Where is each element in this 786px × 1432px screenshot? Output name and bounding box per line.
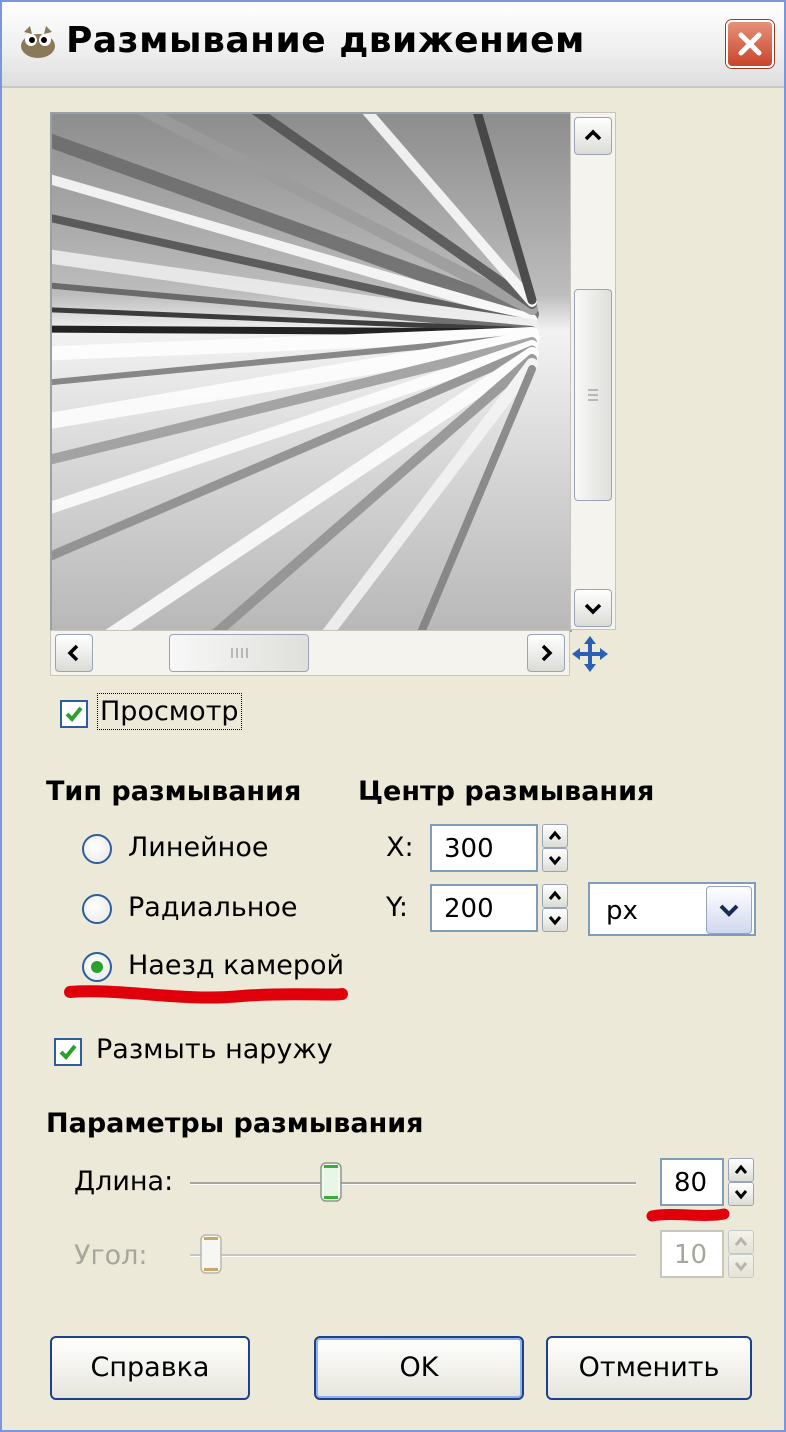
- length-field[interactable]: 80: [660, 1158, 724, 1206]
- chevron-up-icon: [548, 830, 562, 840]
- x-spin-up[interactable]: [542, 824, 568, 848]
- blur-type-heading: Тип размывания: [46, 776, 302, 807]
- annotation-underline: [646, 1208, 730, 1222]
- x-label: X:: [386, 832, 414, 863]
- length-spin-down[interactable]: [728, 1182, 754, 1206]
- chevron-up-icon: [548, 890, 562, 900]
- radio-radial[interactable]: [82, 894, 112, 924]
- chevron-up-icon: [734, 1236, 748, 1246]
- length-spinner[interactable]: [728, 1158, 754, 1206]
- check-icon: [59, 1044, 77, 1060]
- length-slider-thumb[interactable]: [320, 1162, 342, 1202]
- window-title: Размывание движением: [66, 20, 585, 61]
- preview-label[interactable]: Просмотр: [97, 693, 242, 730]
- radio-linear-label[interactable]: Линейное: [128, 832, 268, 863]
- chevron-down-icon: [584, 603, 602, 615]
- ok-button[interactable]: OK: [314, 1336, 524, 1400]
- chevron-down-icon: [548, 856, 562, 866]
- angle-slider-thumb: [200, 1234, 222, 1274]
- chevron-down-icon: [548, 916, 562, 926]
- chevron-left-icon: [67, 644, 79, 662]
- x-spin-down[interactable]: [542, 848, 568, 872]
- length-label: Длина:: [74, 1166, 174, 1197]
- y-spin-down[interactable]: [542, 908, 568, 932]
- unit-dropdown-button[interactable]: [706, 886, 752, 934]
- blur-params-heading: Параметры размывания: [46, 1108, 424, 1139]
- angle-field: 10: [660, 1230, 724, 1278]
- chevron-down-icon: [719, 904, 739, 917]
- vertical-scroll-thumb[interactable]: [574, 289, 612, 501]
- chevron-down-icon: [734, 1190, 748, 1200]
- y-spin-up[interactable]: [542, 884, 568, 908]
- title-bar[interactable]: Размывание движением: [2, 2, 784, 88]
- chevron-up-icon: [584, 129, 602, 141]
- preview-vertical-scrollbar[interactable]: [570, 112, 616, 630]
- unit-select-value: px: [606, 896, 638, 926]
- angle-spinner: [728, 1230, 754, 1278]
- radio-linear[interactable]: [82, 834, 112, 864]
- x-spinner[interactable]: [542, 824, 568, 872]
- x-field[interactable]: 300: [430, 824, 538, 872]
- chevron-right-icon: [541, 644, 553, 662]
- unit-select[interactable]: px: [588, 882, 756, 936]
- scroll-down-button[interactable]: [574, 589, 612, 627]
- length-spin-up[interactable]: [728, 1158, 754, 1182]
- radio-camera-zoom-label[interactable]: Наезд камерой: [128, 950, 344, 981]
- chevron-up-icon: [734, 1164, 748, 1174]
- gimp-app-icon: [21, 26, 55, 58]
- cancel-button[interactable]: Отменить: [546, 1336, 752, 1400]
- preview-image[interactable]: [50, 112, 572, 632]
- check-icon: [65, 706, 83, 722]
- motion-blur-dialog: Размывание движением Просмотр Тип размыв…: [0, 0, 786, 1432]
- preview-checkbox[interactable]: [60, 700, 88, 728]
- help-button[interactable]: Справка: [50, 1336, 250, 1400]
- blur-center-heading: Центр размывания: [358, 776, 655, 807]
- length-slider-track[interactable]: [190, 1182, 636, 1185]
- radio-camera-zoom[interactable]: [82, 952, 112, 982]
- annotation-underline: [64, 985, 348, 1004]
- blur-outward-label[interactable]: Размыть наружу: [96, 1034, 333, 1065]
- angle-slider-track: [190, 1254, 636, 1257]
- y-label: Y:: [386, 892, 409, 923]
- preview-horizontal-scrollbar[interactable]: [50, 630, 570, 676]
- navigate-move-icon[interactable]: [570, 634, 610, 674]
- radio-radial-label[interactable]: Радиальное: [128, 892, 298, 923]
- close-button[interactable]: [726, 20, 774, 68]
- horizontal-scroll-thumb[interactable]: [169, 634, 309, 672]
- angle-label: Угол:: [74, 1240, 148, 1271]
- blur-outward-checkbox[interactable]: [54, 1038, 82, 1066]
- scroll-left-button[interactable]: [55, 634, 93, 672]
- scroll-up-button[interactable]: [574, 117, 612, 155]
- scroll-right-button[interactable]: [527, 634, 565, 672]
- y-spinner[interactable]: [542, 884, 568, 932]
- y-field[interactable]: 200: [430, 884, 538, 932]
- chevron-down-icon: [734, 1262, 748, 1272]
- close-icon: [738, 32, 762, 56]
